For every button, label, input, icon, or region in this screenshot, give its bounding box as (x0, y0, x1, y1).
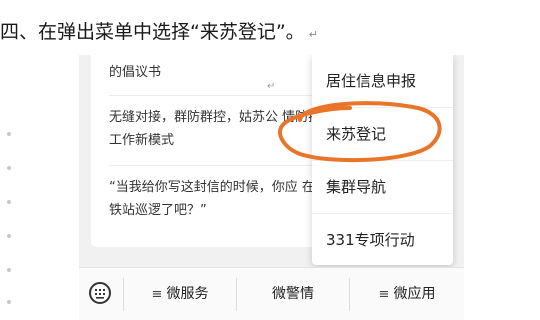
tab-micro-alert[interactable]: 微警情 (237, 268, 349, 320)
popup-menu: 居住信息申报 来苏登记 集群导航 331专项行动 (312, 55, 453, 265)
bullet-dot (7, 268, 11, 272)
instruction-label: 四、在弹出菜单中选择“来苏登记”。 (0, 21, 305, 43)
bullet-dot (7, 300, 11, 304)
menu-icon: ≡ (151, 287, 163, 302)
tab-label: 微警情 (272, 286, 314, 302)
article-paragraph-2[interactable]: 无缝对接，群防群控，姑苏公 情防控工作新模式 (109, 106, 329, 152)
menu-icon: ≡ (378, 287, 390, 302)
tab-label: 微服务 (166, 286, 209, 302)
tab-micro-app[interactable]: ≡ 微应用 (350, 268, 464, 320)
bottom-tab-bar: ≡ 微服务 微警情 ≡ 微应用 (79, 267, 464, 320)
bullet-dot (7, 132, 11, 136)
bullet-dot (7, 166, 11, 170)
bullet-dot (7, 200, 11, 204)
keyboard-icon[interactable] (89, 282, 111, 304)
menu-item-laisu-register[interactable]: 来苏登记 (312, 108, 453, 160)
bullet-dot (7, 234, 11, 238)
article-paragraph-3[interactable]: “当我给你写这封信的时候，你应 在城铁站巡逻了吧？” (109, 176, 329, 222)
phone-screenshot: 的倡议书 ↵ 无缝对接，群防群控，姑苏公 情防控工作新模式 “当我给你写这封信的… (79, 55, 464, 320)
instruction-text: 四、在弹出菜单中选择“来苏登记”。 ↵ (0, 17, 540, 47)
tab-label: 微应用 (393, 286, 436, 302)
menu-item-cluster-nav[interactable]: 集群导航 (312, 161, 453, 213)
menu-item-331-action[interactable]: 331专项行动 (312, 214, 453, 266)
tab-micro-service[interactable]: ≡ 微服务 (124, 268, 236, 320)
return-mark: ↵ (308, 28, 318, 41)
menu-item-residence-report[interactable]: 居住信息申报 (312, 55, 453, 107)
